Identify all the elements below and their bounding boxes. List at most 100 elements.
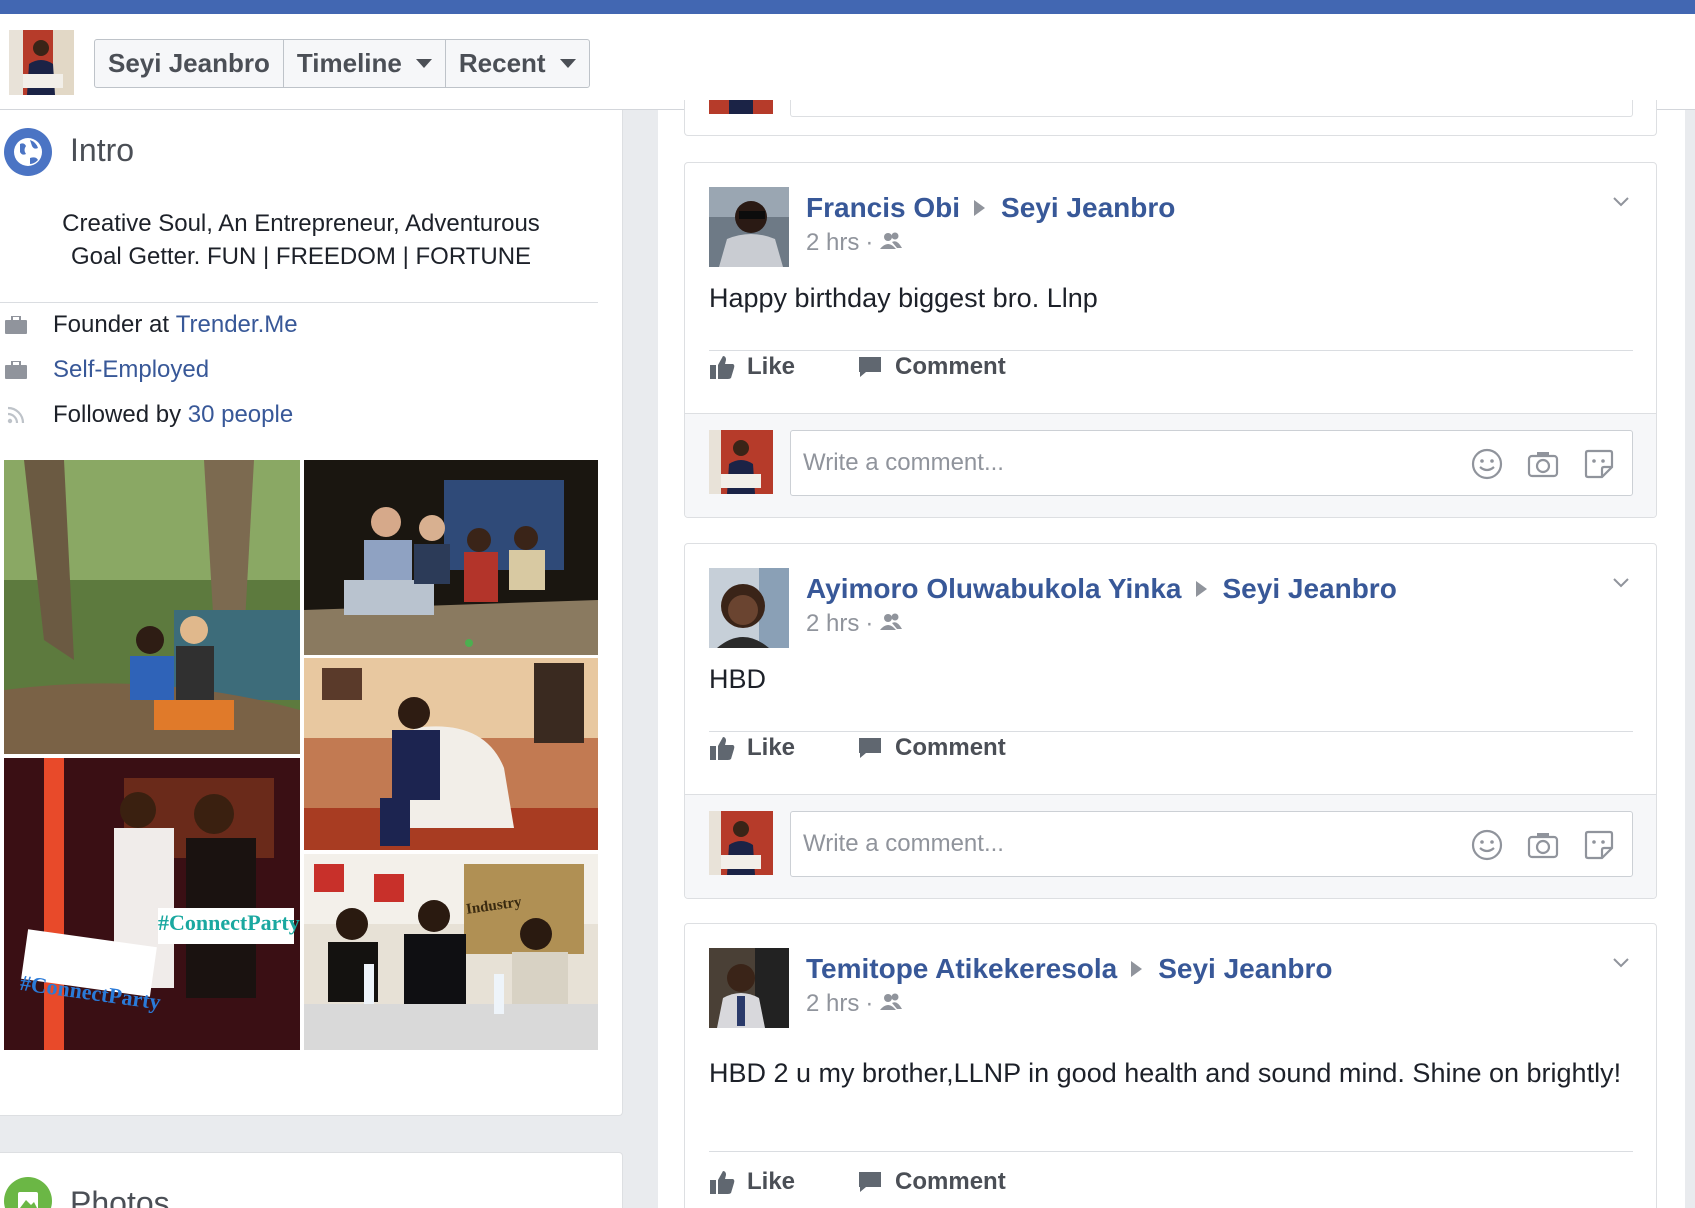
like-button[interactable]: Like — [709, 1168, 795, 1196]
author-avatar[interactable] — [709, 187, 789, 267]
comment-input[interactable] — [790, 100, 1633, 117]
target-name-link[interactable]: Seyi Jeanbro — [1223, 573, 1397, 605]
like-button[interactable]: Like — [709, 353, 795, 381]
post-card: Ayimoro Oluwabukola Yinka Seyi Jeanbro 2… — [684, 543, 1657, 899]
post-actions: Like Comment — [709, 1162, 1006, 1202]
like-label: Like — [747, 353, 796, 380]
work-row: Founder at Trender.Me — [0, 308, 298, 342]
comment-input[interactable]: Write a comment... — [790, 430, 1633, 496]
company-link[interactable]: Trender.Me — [176, 311, 298, 339]
post-actions: Like Comment — [709, 728, 1006, 768]
target-name-link[interactable]: Seyi Jeanbro — [1158, 953, 1332, 985]
like-button[interactable]: Like — [709, 734, 795, 762]
arrow-right-icon — [1131, 961, 1143, 977]
post-meta: 2 hrs · — [806, 229, 903, 257]
post-actions: Like Comment — [709, 347, 1006, 387]
nav-timeline-button[interactable]: Timeline — [284, 40, 446, 87]
employment-row: Self-Employed — [0, 353, 209, 387]
author-name-link[interactable]: Ayimoro Oluwabukola Yinka — [806, 573, 1182, 605]
profile-header-bar: Seyi Jeanbro Timeline Recent — [0, 14, 1695, 110]
post-header: Temitope Atikekeresola Seyi Jeanbro — [806, 953, 1333, 985]
briefcase-icon — [5, 359, 27, 381]
globe-icon — [4, 128, 52, 176]
nav-recent-label: Recent — [458, 48, 546, 78]
chevron-down-icon[interactable] — [1612, 954, 1630, 972]
comment-input-icons — [1470, 828, 1616, 862]
post-meta: 2 hrs · — [806, 610, 903, 638]
viewer-avatar — [709, 430, 773, 494]
followers-row: Followed by 30 people — [0, 398, 293, 432]
comment-label: Comment — [895, 734, 1006, 761]
comment-icon — [859, 738, 882, 758]
author-avatar[interactable] — [709, 568, 789, 648]
post-header: Ayimoro Oluwabukola Yinka Seyi Jeanbro — [806, 573, 1397, 605]
comment-label: Comment — [895, 353, 1006, 380]
featured-photo[interactable] — [4, 460, 300, 754]
comment-composer: Write a comment... — [685, 413, 1656, 517]
chevron-down-icon[interactable] — [1612, 193, 1630, 211]
comment-icon — [859, 357, 882, 377]
comment-input[interactable]: Write a comment... — [790, 811, 1633, 877]
avatar — [709, 100, 773, 114]
nav-recent-button[interactable]: Recent — [446, 40, 589, 87]
author-avatar[interactable] — [709, 948, 789, 1028]
camera-icon[interactable] — [1526, 447, 1560, 481]
employment-link[interactable]: Self-Employed — [53, 356, 209, 384]
featured-photo[interactable] — [304, 854, 598, 1050]
post-body: Happy birthday biggest bro. Llnp — [709, 283, 1098, 313]
nav-profile-name-button[interactable]: Seyi Jeanbro — [95, 40, 284, 87]
friends-audience-icon[interactable] — [879, 990, 903, 1018]
divider — [709, 1151, 1633, 1152]
post-body: HBD 2 u my brother,LLNP in good health a… — [709, 1058, 1622, 1088]
post-body: HBD — [709, 664, 767, 694]
chevron-down-icon[interactable] — [1612, 574, 1630, 592]
emoji-icon[interactable] — [1470, 828, 1504, 862]
viewer-avatar — [709, 811, 773, 875]
chevron-down-icon — [559, 59, 576, 68]
post-card: Francis Obi Seyi Jeanbro 2 hrs · Happy b… — [684, 162, 1657, 518]
photo-tag: #ConnectParty — [158, 910, 300, 935]
author-name-link[interactable]: Francis Obi — [806, 192, 960, 224]
target-name-link[interactable]: Seyi Jeanbro — [1001, 192, 1175, 224]
emoji-icon[interactable] — [1470, 447, 1504, 481]
intro-bio: Creative Soul, An Entrepreneur, Adventur… — [20, 207, 582, 273]
briefcase-icon — [5, 314, 27, 336]
chevron-down-icon — [415, 59, 432, 68]
post-timestamp[interactable]: 2 hrs — [806, 610, 859, 638]
top-bar — [0, 0, 1695, 14]
friends-audience-icon[interactable] — [879, 610, 903, 638]
thumbs-up-icon — [710, 737, 735, 760]
intro-title: Intro — [70, 132, 135, 168]
comment-icon — [859, 1172, 882, 1192]
post-timestamp[interactable]: 2 hrs — [806, 990, 859, 1018]
divider — [0, 302, 598, 303]
sticker-icon[interactable] — [1582, 447, 1616, 481]
followers-prefix: Followed by — [53, 401, 188, 428]
comment-input-icons — [1470, 447, 1616, 481]
followers-link[interactable]: 30 people — [188, 401, 293, 429]
previous-post-stub — [684, 100, 1657, 136]
featured-photo[interactable] — [304, 460, 598, 655]
comment-button[interactable]: Comment — [857, 734, 1006, 762]
like-label: Like — [747, 734, 796, 761]
comment-button[interactable]: Comment — [857, 353, 1006, 381]
post-timestamp[interactable]: 2 hrs — [806, 229, 859, 257]
profile-nav: Seyi Jeanbro Timeline Recent — [94, 39, 590, 88]
bio-line: Goal Getter. FUN | FREEDOM | FORTUNE — [70, 243, 532, 270]
camera-icon[interactable] — [1526, 828, 1560, 862]
arrow-right-icon — [1195, 581, 1207, 597]
sticker-icon[interactable] — [1582, 828, 1616, 862]
meta-separator: · — [865, 990, 874, 1017]
profile-avatar[interactable] — [9, 30, 74, 95]
rss-icon — [5, 404, 27, 426]
bio-line: Creative Soul, An Entrepreneur, Adventur… — [62, 210, 540, 237]
photos-icon — [4, 1177, 52, 1208]
friends-audience-icon[interactable] — [879, 229, 903, 257]
featured-photo[interactable] — [304, 658, 598, 850]
intro-card: Intro Creative Soul, An Entrepreneur, Ad… — [0, 110, 623, 1116]
comment-button[interactable]: Comment — [857, 1168, 1006, 1196]
post-header: Francis Obi Seyi Jeanbro — [806, 192, 1175, 224]
comment-placeholder: Write a comment... — [803, 449, 1004, 476]
nav-profile-name-label: Seyi Jeanbro — [108, 48, 270, 78]
author-name-link[interactable]: Temitope Atikekeresola — [806, 953, 1117, 985]
